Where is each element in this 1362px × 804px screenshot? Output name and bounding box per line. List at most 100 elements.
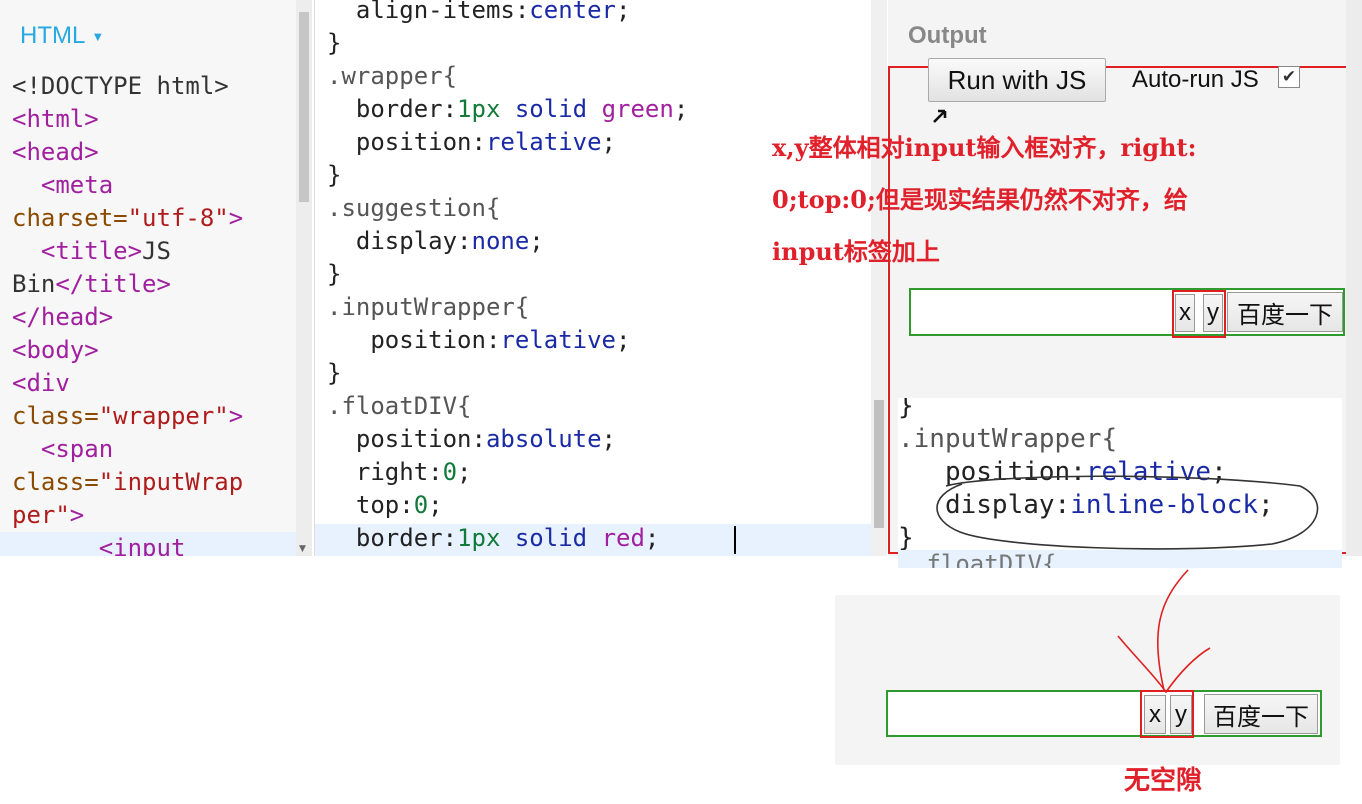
code-line: right:0;: [327, 456, 688, 489]
code-token: "utf-8": [127, 204, 229, 232]
css-editor-pane[interactable]: align-items:center;} .wrapper{ border:1px…: [314, 0, 887, 556]
code-line: .inputWrapper{: [898, 423, 1274, 456]
code-line: }: [327, 27, 688, 60]
demo-search-button[interactable]: 百度一下: [1227, 292, 1343, 332]
code-token: >: [228, 402, 244, 430]
code-token: 1px: [457, 95, 501, 123]
code-line: }: [327, 159, 688, 192]
result-demo-panel: x y 百度一下: [835, 595, 1340, 765]
code-line: <div: [12, 367, 297, 400]
code-token: relative: [485, 128, 602, 156]
code-token: <html>: [12, 105, 99, 133]
code-token: ;: [644, 524, 660, 552]
code-token: solid: [500, 524, 602, 552]
code-token: position:: [327, 425, 486, 453]
code-token: ;: [529, 227, 544, 255]
code-line: <title>JS: [12, 235, 297, 268]
autorun-checkbox[interactable]: ✔: [1278, 66, 1300, 88]
code-line: border:1px solid red;: [327, 522, 688, 555]
code-token: 0: [413, 491, 429, 519]
code-line: position:relative;: [898, 456, 1274, 489]
code-token: .suggestion{: [327, 194, 501, 222]
code-token: </title>: [55, 270, 171, 298]
code-line: <input: [12, 532, 297, 556]
code-token: >: [228, 204, 244, 232]
code-line: }: [898, 398, 1274, 423]
inset-code: } .inputWrapper{ position:relative; displ…: [898, 398, 1274, 550]
code-line: <body>: [12, 334, 297, 367]
code-token: ;: [673, 95, 689, 123]
code-token: ;: [1258, 490, 1274, 520]
code-line: <span: [12, 433, 297, 466]
annotation-line: 0;top:0;但是现实结果仍然不对齐，给: [772, 185, 1188, 214]
scrollbar-thumb[interactable]: [299, 12, 309, 202]
code-line: .suggestion{: [327, 192, 688, 225]
code-line: per">: [12, 499, 297, 532]
code-token: position:: [327, 128, 486, 156]
result-search-wrapper: x y 百度一下: [886, 690, 1322, 737]
code-token: top:: [327, 491, 414, 519]
code-token: <meta: [12, 171, 114, 199]
code-line: <meta: [12, 169, 297, 202]
code-line: align-items:center;: [327, 0, 688, 27]
run-with-js-button[interactable]: Run with JS: [928, 58, 1106, 102]
text-cursor: [734, 526, 736, 554]
output-scrollbar[interactable]: [1346, 0, 1362, 556]
result-search-button[interactable]: 百度一下: [1204, 694, 1318, 734]
output-title: Output: [908, 22, 987, 49]
code-token: <input: [12, 534, 186, 556]
code-token: relative: [1085, 457, 1212, 487]
code-token: }: [327, 29, 342, 57]
html-scrollbar[interactable]: ▼: [296, 0, 312, 556]
scroll-down-arrow-icon[interactable]: ▼: [299, 544, 306, 554]
code-token: }: [898, 398, 914, 421]
code-token: Bin: [12, 270, 56, 298]
code-token: none: [471, 227, 530, 255]
code-token: right:: [327, 458, 443, 486]
html-panel-header[interactable]: HTML ▼: [20, 22, 104, 50]
code-line: top:0;: [327, 489, 688, 522]
code-line: }: [898, 522, 1274, 550]
code-token: }: [898, 523, 914, 550]
code-token: relative: [500, 326, 616, 354]
code-token: }: [327, 359, 342, 387]
code-token: position:: [898, 457, 1086, 487]
code-token: >: [69, 501, 85, 529]
code-line: position:relative;: [327, 324, 688, 357]
css-code[interactable]: align-items:center;} .wrapper{ border:1px…: [327, 0, 688, 555]
annotation-line: x,y整体相对input输入框对齐，right:: [772, 133, 1197, 162]
html-editor-pane[interactable]: HTML ▼ <!DOCTYPE html> <html> <head> <meta c…: [0, 0, 312, 556]
code-line: <head>: [12, 136, 297, 169]
xy-highlight-box: [1172, 290, 1226, 338]
code-token: class=: [12, 468, 99, 496]
code-token: .wrapper{: [327, 62, 458, 90]
scrollbar-thumb[interactable]: [874, 400, 884, 528]
code-line: }: [327, 258, 688, 291]
dropdown-caret-icon[interactable]: ▼: [91, 29, 104, 44]
code-token: </head>: [12, 303, 114, 331]
code-line: <html>: [12, 103, 297, 136]
code-token: .floatDIV{: [327, 392, 472, 420]
autorun-label: Auto-run JS: [1132, 66, 1259, 93]
code-token: red: [601, 524, 645, 552]
css-scrollbar[interactable]: [871, 0, 887, 556]
code-token: <body>: [12, 336, 99, 364]
demo-search-input[interactable]: [913, 292, 1171, 332]
code-token: display:: [898, 490, 1071, 520]
code-token: ;: [616, 0, 631, 24]
code-token: display:: [327, 227, 472, 255]
inset-partial-line: .floatDIV{: [898, 550, 1342, 568]
html-code[interactable]: <!DOCTYPE html> <html> <head> <meta charset…: [12, 70, 297, 556]
result-search-input[interactable]: [890, 694, 1140, 733]
code-token: 0: [442, 458, 458, 486]
code-line: position:relative;: [327, 126, 688, 159]
code-line: }: [327, 357, 688, 390]
code-token: .inputWrapper{: [327, 293, 530, 321]
code-token: "inputWrap: [98, 468, 244, 496]
code-token: <div: [12, 369, 70, 397]
code-line: .wrapper{: [327, 60, 688, 93]
code-token: <title>: [12, 237, 143, 265]
code-token: absolute: [485, 425, 602, 453]
code-token: ;: [1211, 457, 1227, 487]
result-caption: 无空隙: [1124, 766, 1203, 796]
